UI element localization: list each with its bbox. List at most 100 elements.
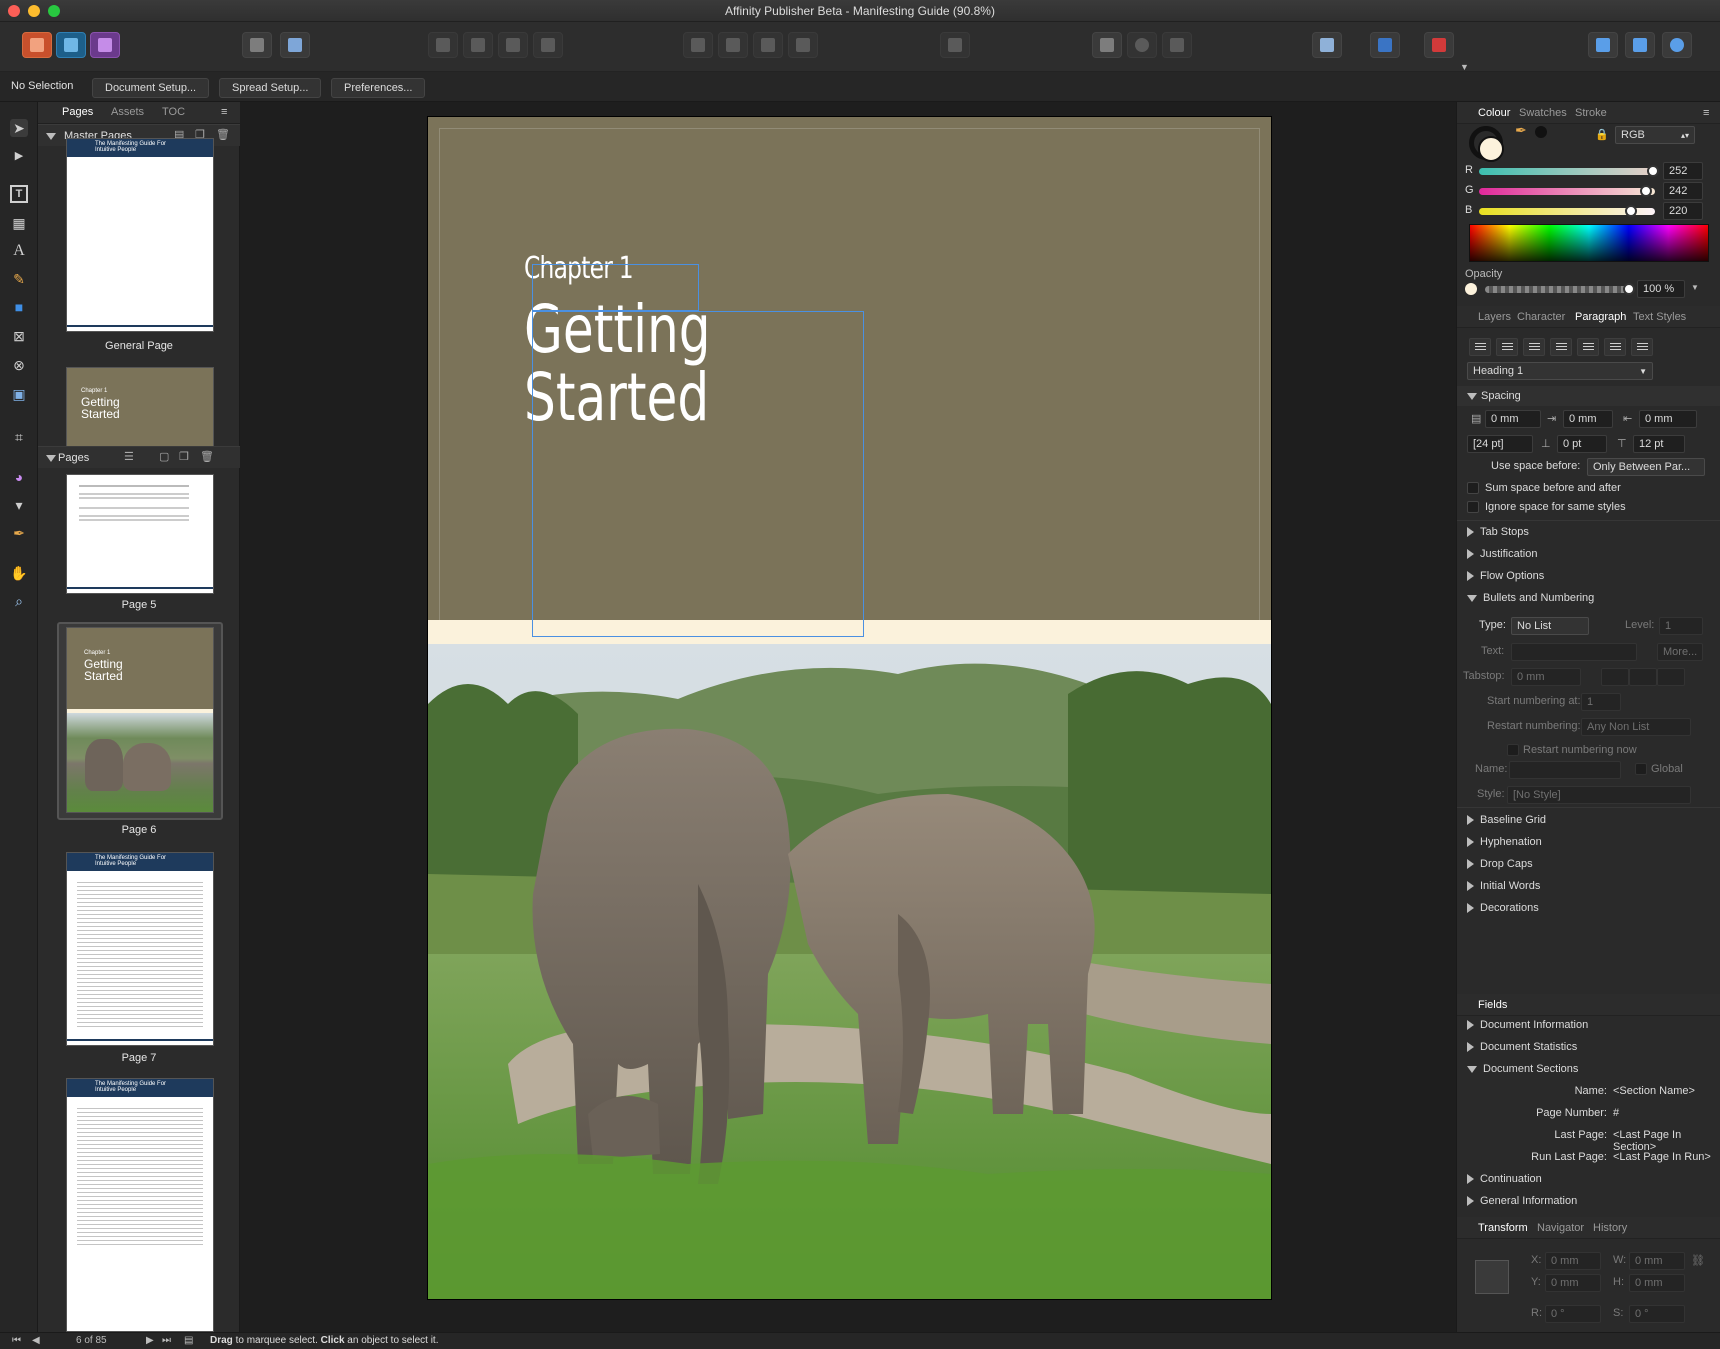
global-checkbox[interactable] xyxy=(1635,763,1647,775)
justify-all-icon[interactable] xyxy=(1631,338,1653,356)
snapping-icon[interactable] xyxy=(1424,32,1454,58)
first-page-icon[interactable]: ⏮ xyxy=(12,1335,21,1346)
transparency-tool-icon[interactable]: ▾ xyxy=(10,496,28,514)
tab-assets[interactable]: Assets xyxy=(111,106,144,118)
sum-space-checkbox[interactable] xyxy=(1467,482,1479,494)
page-indicator[interactable]: 6 of 85 xyxy=(76,1335,107,1346)
bullets-type-select[interactable]: No List xyxy=(1511,617,1589,635)
link-icon[interactable]: ⛓ xyxy=(1691,1254,1705,1267)
page-options-icon[interactable]: ☰ xyxy=(124,450,134,463)
leading-field[interactable]: [24 pt] xyxy=(1467,435,1533,453)
pen-tool-icon[interactable]: ✎ xyxy=(10,270,28,288)
channel-g-slider[interactable] xyxy=(1479,188,1655,195)
bullets-text-field[interactable] xyxy=(1511,643,1637,661)
justify-left-icon[interactable] xyxy=(1550,338,1572,356)
align-center-icon[interactable] xyxy=(1496,338,1518,356)
tab-layers[interactable]: Layers xyxy=(1478,311,1511,323)
baseline-grid-icon[interactable] xyxy=(1370,32,1400,58)
place-image-tool-icon[interactable]: ▣ xyxy=(10,385,28,403)
section-baseline-grid[interactable]: Baseline Grid xyxy=(1467,814,1546,826)
heading-text-frame[interactable] xyxy=(532,311,864,637)
field-run-last-page-value[interactable]: <Last Page In Run> xyxy=(1613,1151,1711,1163)
rotate-left-icon[interactable] xyxy=(753,32,783,58)
fields-document-information[interactable]: Document Information xyxy=(1467,1019,1588,1031)
field-page-number-value[interactable]: # xyxy=(1613,1107,1619,1119)
rectangle-tool-icon[interactable]: ■ xyxy=(10,298,28,316)
opacity-value[interactable]: 100 % xyxy=(1637,280,1685,298)
channel-r-knob[interactable] xyxy=(1646,165,1659,177)
page-6-thumbnail[interactable]: Chapter 1 Getting Started xyxy=(66,627,214,813)
share-icon[interactable] xyxy=(242,32,272,58)
insert-picture-frame-icon[interactable] xyxy=(1162,32,1192,58)
first-indent-field[interactable]: 0 mm xyxy=(1563,410,1613,428)
page-8-thumbnail[interactable]: The Manifesting Guide For Intuitive Peop… xyxy=(66,1078,214,1332)
flip-vertical-icon[interactable] xyxy=(718,32,748,58)
channel-b-knob[interactable] xyxy=(1624,205,1637,217)
transform-h-field[interactable]: 0 mm xyxy=(1629,1274,1685,1292)
transform-y-field[interactable]: 0 mm xyxy=(1545,1274,1601,1292)
chapter-text-frame[interactable] xyxy=(532,264,699,311)
bullets-style-select[interactable]: [No Style] xyxy=(1507,786,1691,804)
fields-document-statistics[interactable]: Document Statistics xyxy=(1467,1041,1577,1053)
elephants-photo[interactable] xyxy=(428,644,1271,1299)
photo-persona-icon[interactable] xyxy=(90,32,120,58)
snapping-dropdown-icon[interactable]: ▼ xyxy=(1460,62,1469,72)
justify-center-icon[interactable] xyxy=(1577,338,1599,356)
tab-text-styles[interactable]: Text Styles xyxy=(1633,311,1686,323)
ignore-space-checkbox[interactable] xyxy=(1467,501,1479,513)
transform-x-field[interactable]: 0 mm xyxy=(1545,1252,1601,1270)
bullets-start-field[interactable]: 1 xyxy=(1581,693,1621,711)
artistic-text-tool-icon[interactable]: A xyxy=(10,242,28,260)
delete-master-icon[interactable]: 🗑 xyxy=(216,128,230,141)
transform-s-field[interactable]: 0 ° xyxy=(1629,1305,1685,1323)
studio-colour-icon[interactable] xyxy=(1662,32,1692,58)
bullets-align-center-icon[interactable] xyxy=(1629,668,1657,686)
next-page-icon[interactable]: ▶ xyxy=(146,1335,154,1346)
bullets-more-button[interactable]: More... xyxy=(1657,643,1703,661)
tab-character[interactable]: Character xyxy=(1517,311,1565,323)
section-flow-options[interactable]: Flow Options xyxy=(1467,570,1544,582)
channel-b-value[interactable]: 220 xyxy=(1663,202,1703,220)
preferences-button[interactable]: Preferences... xyxy=(331,78,426,98)
frame-text-tool-icon[interactable]: T xyxy=(10,185,28,203)
opacity-knob[interactable] xyxy=(1623,283,1635,295)
bullets-level-field[interactable]: 1 xyxy=(1659,617,1703,635)
paragraph-style-select[interactable]: Heading 1 ▼ xyxy=(1467,362,1653,380)
prev-page-icon[interactable]: ◀ xyxy=(32,1335,40,1346)
last-page-icon[interactable]: ⏭ xyxy=(162,1335,171,1346)
align-left-icon[interactable] xyxy=(1469,338,1491,356)
bullets-tabstop-field[interactable]: 0 mm xyxy=(1511,668,1581,686)
arrange-front-icon[interactable] xyxy=(533,32,563,58)
transform-r-field[interactable]: 0 ° xyxy=(1545,1305,1601,1323)
colour-model-select[interactable]: RGB ▴▾ xyxy=(1615,126,1695,144)
picture-frame-ellipse-icon[interactable]: ⊗ xyxy=(10,356,28,374)
channel-r-slider[interactable] xyxy=(1479,168,1655,175)
tab-swatches[interactable]: Swatches xyxy=(1519,107,1567,119)
field-name-value[interactable]: <Section Name> xyxy=(1613,1085,1695,1097)
section-drop-caps[interactable]: Drop Caps xyxy=(1467,858,1533,870)
fields-continuation[interactable]: Continuation xyxy=(1467,1173,1542,1185)
transform-w-field[interactable]: 0 mm xyxy=(1629,1252,1685,1270)
add-page-icon[interactable]: ▢ xyxy=(159,450,169,463)
publisher-persona-icon[interactable] xyxy=(22,32,52,58)
field-last-page-value[interactable]: <Last Page In Section> xyxy=(1613,1129,1720,1153)
section-bullets[interactable]: Bullets and Numbering xyxy=(1467,592,1594,604)
master-page-thumbnail[interactable]: The Manifesting Guide For Intuitive Peop… xyxy=(66,138,214,332)
eyedropper-icon[interactable]: ✒ xyxy=(1515,122,1527,139)
left-indent-field[interactable]: 0 mm xyxy=(1485,410,1541,428)
insert-ellipse-icon[interactable] xyxy=(1127,32,1157,58)
channel-r-value[interactable]: 252 xyxy=(1663,162,1703,180)
move-tool-icon[interactable]: ➤ xyxy=(10,119,28,137)
spread-setup-button[interactable]: Spread Setup... xyxy=(219,78,322,98)
opacity-dropdown-icon[interactable]: ▼ xyxy=(1691,283,1699,292)
studio-layers-icon[interactable] xyxy=(1625,32,1655,58)
tab-colour[interactable]: Colour xyxy=(1478,107,1510,119)
page-spread[interactable]: Chapter 1 Getting Started xyxy=(428,117,1271,1299)
fields-document-sections[interactable]: Document Sections xyxy=(1467,1063,1578,1075)
bullets-align-left-icon[interactable] xyxy=(1601,668,1629,686)
table-tool-icon[interactable]: ▦ xyxy=(10,214,28,232)
node-tool-icon[interactable]: ▶ xyxy=(10,147,28,165)
page-5-thumbnail[interactable] xyxy=(66,474,214,594)
restart-now-checkbox[interactable] xyxy=(1507,744,1519,756)
page-menu-icon[interactable]: ▤ xyxy=(184,1335,193,1346)
